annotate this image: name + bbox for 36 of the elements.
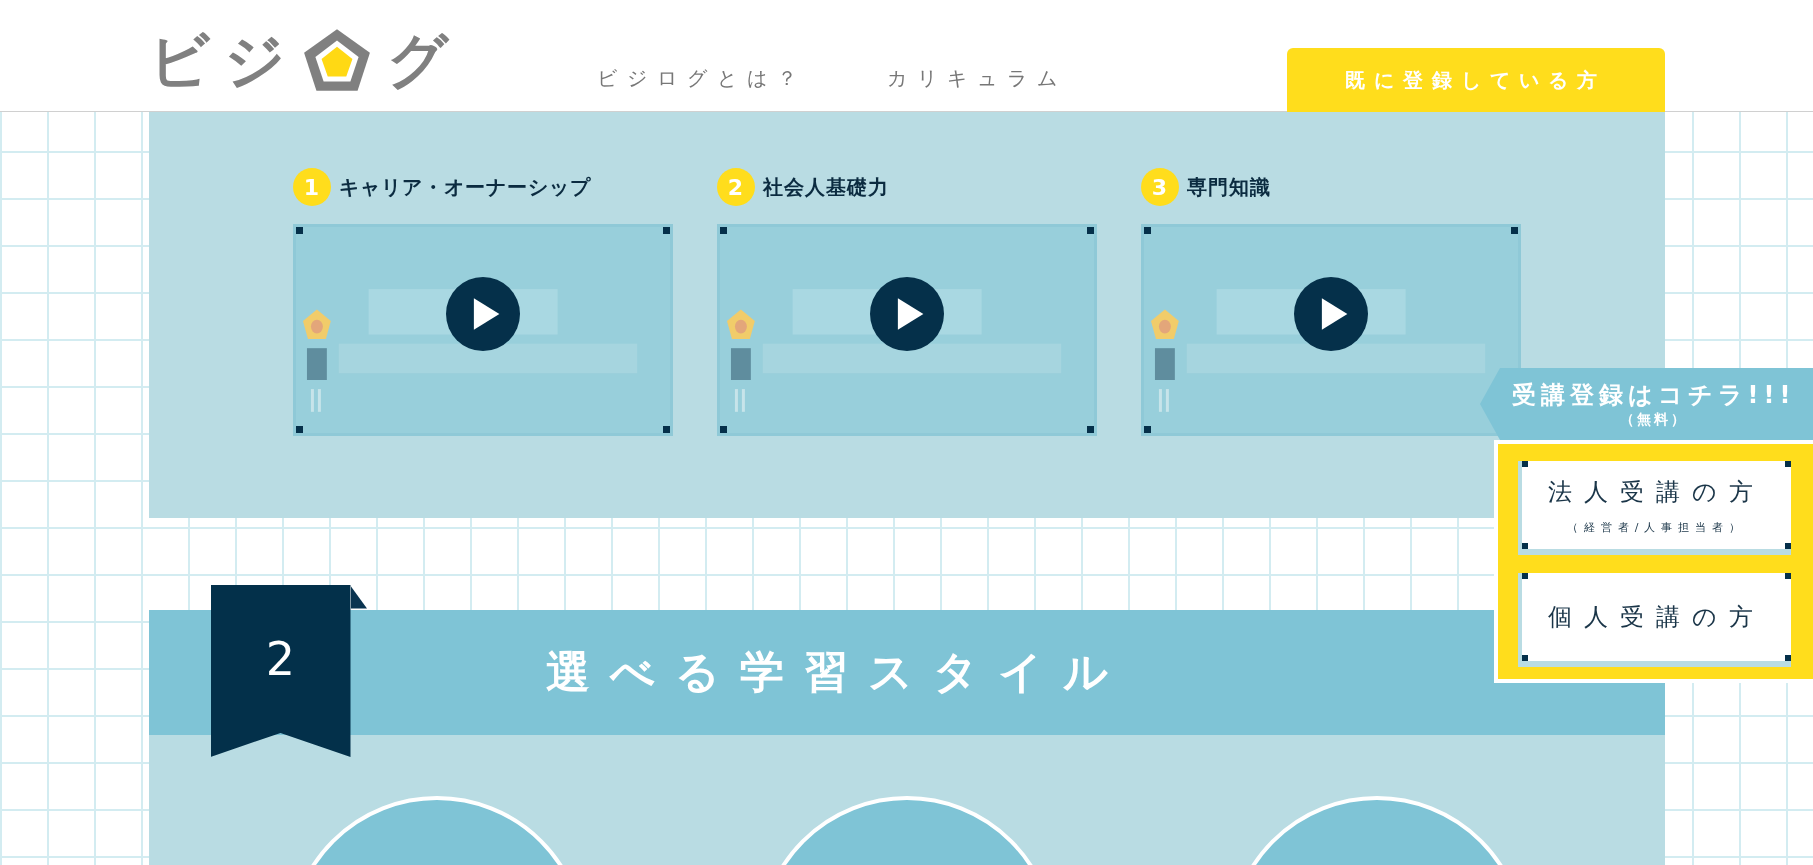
corner-mark — [1785, 461, 1791, 467]
logo-text: グ — [386, 30, 462, 90]
corner-mark — [1510, 227, 1518, 234]
corner-mark — [662, 426, 670, 433]
corner-mark — [295, 426, 303, 433]
signup-button[interactable]: 個人受講の方 — [1518, 573, 1791, 667]
logo-text: ビジ — [148, 30, 299, 90]
corner-mark — [1522, 543, 1528, 549]
corner-mark — [1785, 655, 1791, 661]
corner-mark — [1143, 227, 1151, 234]
corner-mark — [295, 227, 303, 234]
ribbon-fold-icon — [350, 585, 367, 610]
nav-link[interactable]: ビジログとは？ — [596, 65, 807, 92]
video-title: 専門知識 — [1186, 173, 1271, 201]
section-title: 選べる学習スタイル — [545, 645, 1129, 699]
number-badge: 3 — [1140, 168, 1179, 206]
signup-title: 受講登録はコチラ!!! — [1511, 380, 1796, 411]
number-badge: 1 — [292, 168, 331, 206]
section-number-ribbon: 2 — [210, 585, 351, 757]
corner-mark — [1143, 426, 1151, 433]
corner-mark — [1785, 543, 1791, 549]
video-title: キャリア・オーナーシップ — [338, 173, 591, 201]
nav-link[interactable]: カリキュラム — [886, 65, 1067, 92]
corner-mark — [1086, 227, 1094, 234]
signup-button[interactable]: 法人受講の方 （経営者/人事担当者） — [1518, 461, 1791, 555]
corner-mark — [1522, 573, 1528, 579]
corner-mark — [1785, 573, 1791, 579]
number-badge: 2 — [716, 168, 755, 206]
corner-mark — [1522, 655, 1528, 661]
corner-mark — [719, 426, 727, 433]
video-title: 社会人基礎力 — [762, 173, 889, 201]
signup-note: （無料） — [1619, 411, 1688, 429]
corner-mark — [1086, 426, 1094, 433]
corner-mark — [1522, 461, 1528, 467]
corner-mark — [662, 227, 670, 234]
corner-mark — [719, 227, 727, 234]
